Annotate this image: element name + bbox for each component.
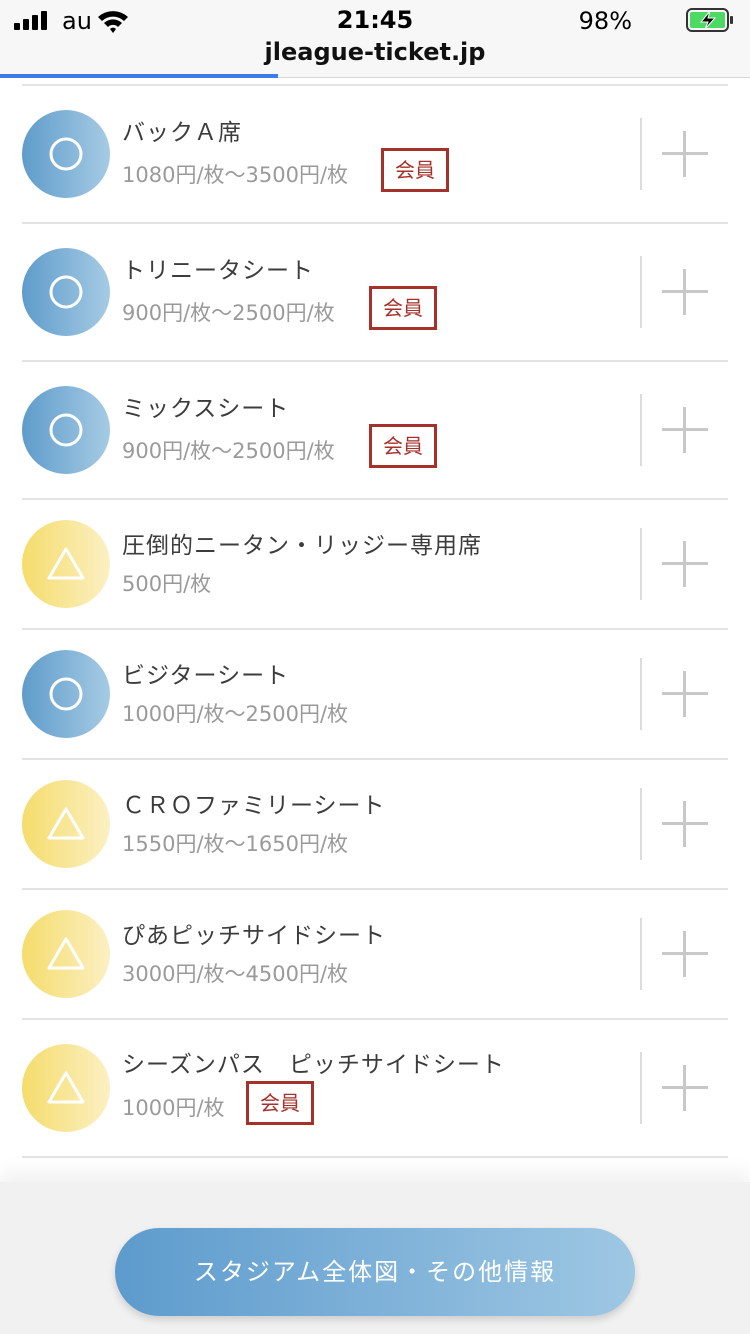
seat-row[interactable]: バックＡ席 1080円/枚〜3500円/枚 会員 [22, 86, 728, 224]
row-divider [640, 1052, 642, 1124]
status-bar: au 21:45 98% [0, 0, 750, 40]
row-divider [640, 118, 642, 190]
availability-triangle-icon [22, 1044, 110, 1132]
seat-name: シーズンパス ピッチサイドシート [122, 1052, 505, 1078]
row-divider [640, 394, 642, 466]
availability-triangle-icon [22, 520, 110, 608]
seat-name: ミックスシート [122, 396, 290, 422]
add-seat-plus-icon[interactable] [662, 801, 708, 847]
availability-circle-icon [22, 110, 110, 198]
add-seat-plus-icon[interactable] [662, 671, 708, 717]
seat-row[interactable]: シーズンパス ピッチサイドシート 1000円/枚 会員 [22, 1020, 728, 1158]
availability-circle-icon [22, 248, 110, 336]
member-badge: 会員 [369, 424, 437, 468]
row-divider [640, 658, 642, 730]
row-divider [640, 528, 642, 600]
row-divider [640, 918, 642, 990]
seat-row[interactable]: トリニータシート 900円/枚〜2500円/枚 会員 [22, 224, 728, 362]
seat-name: ぴあピッチサイドシート [122, 923, 386, 949]
seat-price: 500円/枚 [122, 572, 212, 596]
stadium-map-info-button[interactable]: スタジアム全体図・その他情報 [115, 1228, 635, 1316]
address-bar-url[interactable]: jleague-ticket.jp [0, 38, 750, 66]
member-badge: 会員 [381, 148, 449, 192]
seat-price: 3000円/枚〜4500円/枚 [122, 962, 349, 986]
seat-price: 1080円/枚〜3500円/枚 [122, 163, 349, 187]
seat-name: 圧倒的ニータン・リッジー専用席 [122, 533, 482, 559]
availability-triangle-icon [22, 780, 110, 868]
battery-percentage: 98% [578, 7, 632, 35]
seat-price: 900円/枚〜2500円/枚 [122, 439, 335, 463]
seat-name: ビジターシート [122, 663, 290, 689]
seat-name: ＣＲＯファミリーシート [122, 793, 386, 819]
availability-circle-icon [22, 386, 110, 474]
seat-price: 900円/枚〜2500円/枚 [122, 301, 335, 325]
row-divider [640, 256, 642, 328]
bottom-action-bar: スタジアム全体図・その他情報 [0, 1182, 750, 1334]
add-seat-plus-icon[interactable] [662, 541, 708, 587]
add-seat-plus-icon[interactable] [662, 269, 708, 315]
seat-name: トリニータシート [122, 258, 314, 284]
seat-type-list: バックＡ席 1080円/枚〜3500円/枚 会員 トリニータシート 900円/枚… [22, 84, 728, 1158]
seat-price: 1000円/枚 [122, 1096, 225, 1120]
battery-charging-icon [686, 8, 733, 32]
seat-row[interactable]: ぴあピッチサイドシート 3000円/枚〜4500円/枚 [22, 890, 728, 1020]
add-seat-plus-icon[interactable] [662, 1065, 708, 1111]
seat-row[interactable]: ミックスシート 900円/枚〜2500円/枚 会員 [22, 362, 728, 500]
member-badge: 会員 [246, 1081, 314, 1125]
status-time: 21:45 [336, 6, 414, 34]
availability-circle-icon [22, 650, 110, 738]
browser-top-bar: au 21:45 98% jleague-ticket.jp [0, 0, 750, 78]
seat-row[interactable]: 圧倒的ニータン・リッジー専用席 500円/枚 [22, 500, 728, 630]
seat-row[interactable]: ＣＲＯファミリーシート 1550円/枚〜1650円/枚 [22, 760, 728, 890]
page-load-progress [0, 74, 278, 78]
add-seat-plus-icon[interactable] [662, 931, 708, 977]
seat-price: 1000円/枚〜2500円/枚 [122, 702, 349, 726]
row-divider [640, 788, 642, 860]
seat-row[interactable]: ビジターシート 1000円/枚〜2500円/枚 [22, 630, 728, 760]
seat-name: バックＡ席 [122, 120, 242, 146]
seat-price: 1550円/枚〜1650円/枚 [122, 832, 349, 856]
member-badge: 会員 [369, 286, 437, 330]
add-seat-plus-icon[interactable] [662, 407, 708, 453]
availability-triangle-icon [22, 910, 110, 998]
add-seat-plus-icon[interactable] [662, 131, 708, 177]
